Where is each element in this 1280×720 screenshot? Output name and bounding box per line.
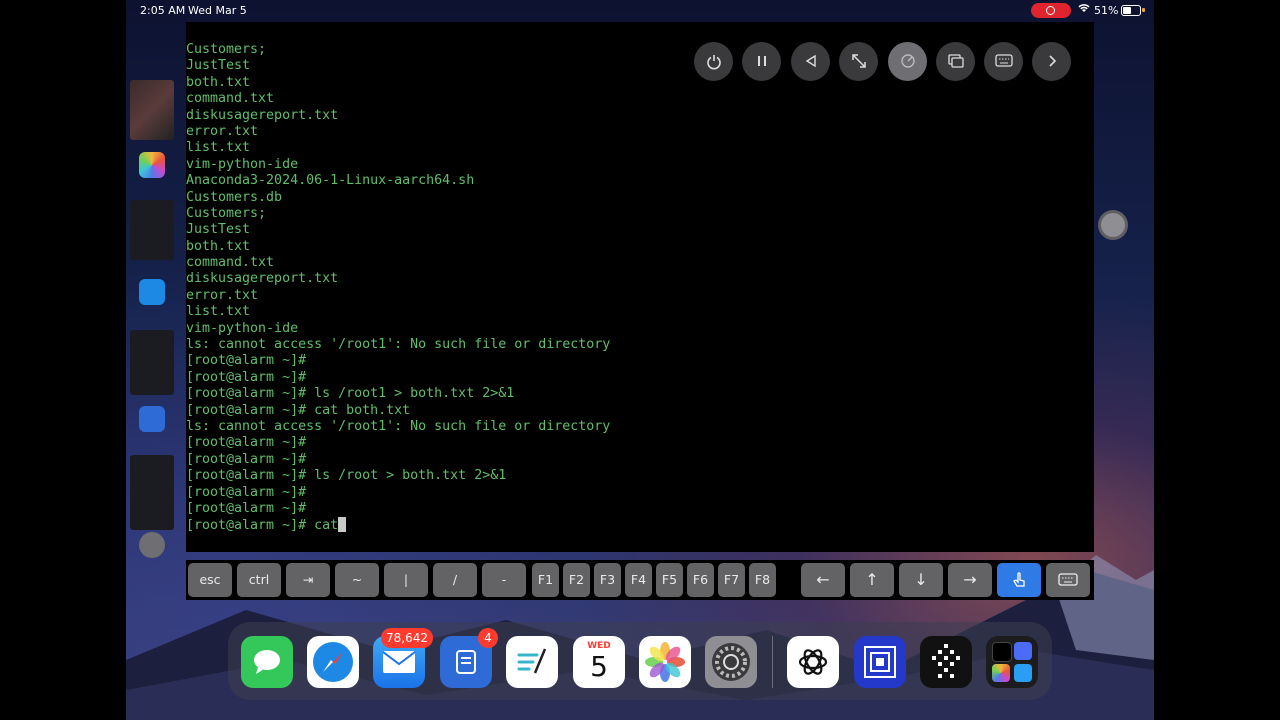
terminal-line: list.txt: [186, 140, 251, 156]
touch-mode-icon[interactable]: [997, 563, 1041, 597]
arrow-left-key[interactable]: ←: [801, 563, 845, 597]
terminal-line: error.txt: [186, 123, 259, 139]
terminal-line: [root@alarm ~]#: [186, 484, 307, 500]
forward-icon[interactable]: [1032, 42, 1071, 81]
terminal-line: JustTest: [186, 222, 251, 238]
notes-badge: 4: [478, 628, 498, 648]
dock-divider: [772, 636, 773, 688]
assistive-touch-button[interactable]: [1098, 210, 1128, 240]
side-app-thumbnail[interactable]: [130, 455, 174, 530]
dash-key[interactable]: -: [482, 563, 526, 597]
photos-icon[interactable]: [639, 636, 691, 688]
freeform-icon[interactable]: [506, 636, 558, 688]
terminal-line: [root@alarm ~]#: [186, 500, 307, 516]
calendar-icon[interactable]: WED 5: [573, 636, 625, 688]
terminal-output: Customers; JustTest both.txt command.txt dis…: [186, 42, 610, 534]
side-app-thumbnail[interactable]: [130, 80, 174, 140]
tilde-key[interactable]: ~: [335, 563, 379, 597]
f8-key[interactable]: F8: [749, 563, 776, 597]
terminal-line: both.txt: [186, 74, 251, 90]
f7-key[interactable]: F7: [718, 563, 745, 597]
power-icon[interactable]: [694, 42, 733, 81]
status-date: Wed Mar 5: [188, 4, 247, 17]
gauge-icon[interactable]: [888, 42, 927, 81]
side-app-thumbnail[interactable]: [130, 330, 174, 395]
photos-side-icon[interactable]: [139, 152, 165, 178]
current-prompt: [root@alarm ~]# cat: [186, 518, 339, 534]
f1-key[interactable]: F1: [532, 563, 559, 597]
terminal-window[interactable]: Customers; JustTest both.txt command.txt dis…: [186, 22, 1094, 552]
text-cursor: [338, 517, 347, 533]
f6-key[interactable]: F6: [687, 563, 714, 597]
messages-icon[interactable]: [241, 636, 293, 688]
terminal-line: Customers;: [186, 205, 267, 221]
mail-badge: 78,642: [381, 628, 433, 648]
arrow-right-key[interactable]: →: [948, 563, 992, 597]
chatgpt-icon[interactable]: [787, 636, 839, 688]
terminal-line: [root@alarm ~]# cat both.txt: [186, 402, 411, 418]
app-folder-icon[interactable]: [986, 636, 1038, 688]
screen-recording-indicator[interactable]: [1031, 3, 1071, 18]
esc-key[interactable]: esc: [188, 563, 232, 597]
pause-icon[interactable]: [742, 42, 781, 81]
safari-side-icon[interactable]: [139, 279, 165, 305]
f5-key[interactable]: F5: [656, 563, 683, 597]
terminal-line: [root@alarm ~]# ls /root > both.txt 2>&1: [186, 468, 507, 484]
terminal-line: command.txt: [186, 91, 275, 107]
back-icon[interactable]: [791, 42, 830, 81]
calendar-date: 5: [590, 650, 608, 683]
dotted-app-icon[interactable]: [920, 636, 972, 688]
arrow-down-key[interactable]: ↓: [899, 563, 943, 597]
terminal-line: both.txt: [186, 238, 251, 254]
notes-app-icon[interactable]: 4: [440, 628, 498, 688]
notes-side-icon[interactable]: [139, 406, 165, 432]
terminal-line: [root@alarm ~]#: [186, 435, 307, 451]
terminal-line: [root@alarm ~]#: [186, 369, 307, 385]
utm-app-icon[interactable]: [854, 636, 906, 688]
terminal-line: Customers.db: [186, 189, 283, 205]
terminal-line: [root@alarm ~]# ls /root1 > both.txt 2>&…: [186, 386, 515, 402]
terminal-line: JustTest: [186, 58, 251, 74]
terminal-line: vim-python-ide: [186, 320, 299, 336]
side-app-thumbnail[interactable]: [130, 200, 174, 260]
settings-side-icon[interactable]: [139, 532, 165, 558]
battery-icon: [1121, 5, 1141, 16]
terminal-line: list.txt: [186, 304, 251, 320]
terminal-prompt-line[interactable]: [root@alarm ~]# cat: [186, 517, 610, 533]
dock: 78,642 4 WED 5: [228, 622, 1052, 700]
hide-keyboard-icon[interactable]: [1046, 563, 1090, 597]
terminal-line: vim-python-ide: [186, 156, 299, 172]
tab-key[interactable]: ⇥: [286, 563, 330, 597]
terminal-line: Anaconda3-2024.06-1-Linux-aarch64.sh: [186, 173, 475, 189]
terminal-line: ls: cannot access '/root1': No such file…: [186, 418, 611, 434]
pipe-key[interactable]: |: [384, 563, 428, 597]
terminal-line: diskusagereport.txt: [186, 271, 339, 287]
slash-key[interactable]: /: [433, 563, 477, 597]
terminal-line: diskusagereport.txt: [186, 107, 339, 123]
f3-key[interactable]: F3: [594, 563, 621, 597]
settings-icon[interactable]: [705, 636, 757, 688]
battery-percent: 51%: [1094, 4, 1119, 17]
ctrl-key[interactable]: ctrl: [237, 563, 281, 597]
status-bar: 2:05 AM Wed Mar 5 51%: [126, 0, 1154, 22]
terminal-line: command.txt: [186, 255, 275, 271]
wifi-icon: [1078, 3, 1090, 16]
f2-key[interactable]: F2: [563, 563, 590, 597]
battery-charging-indicator: [1142, 8, 1145, 12]
arrow-up-key[interactable]: ↑: [850, 563, 894, 597]
terminal-line: [root@alarm ~]#: [186, 451, 307, 467]
extra-keys-bar: esc ctrl ⇥ ~ | / - F1 F2 F3 F4 F5 F6 F7 …: [186, 560, 1094, 600]
safari-icon[interactable]: [307, 636, 359, 688]
terminal-line: Customers;: [186, 42, 267, 57]
keyboard-icon[interactable]: [984, 42, 1023, 81]
resize-icon[interactable]: [839, 42, 878, 81]
mail-icon[interactable]: 78,642: [373, 628, 433, 688]
terminal-line: [root@alarm ~]#: [186, 353, 307, 369]
f4-key[interactable]: F4: [625, 563, 652, 597]
terminal-line: ls: cannot access '/root1': No such file…: [186, 337, 611, 353]
status-time: 2:05 AM: [140, 4, 186, 17]
terminal-line: error.txt: [186, 287, 259, 303]
windows-icon[interactable]: [936, 42, 975, 81]
